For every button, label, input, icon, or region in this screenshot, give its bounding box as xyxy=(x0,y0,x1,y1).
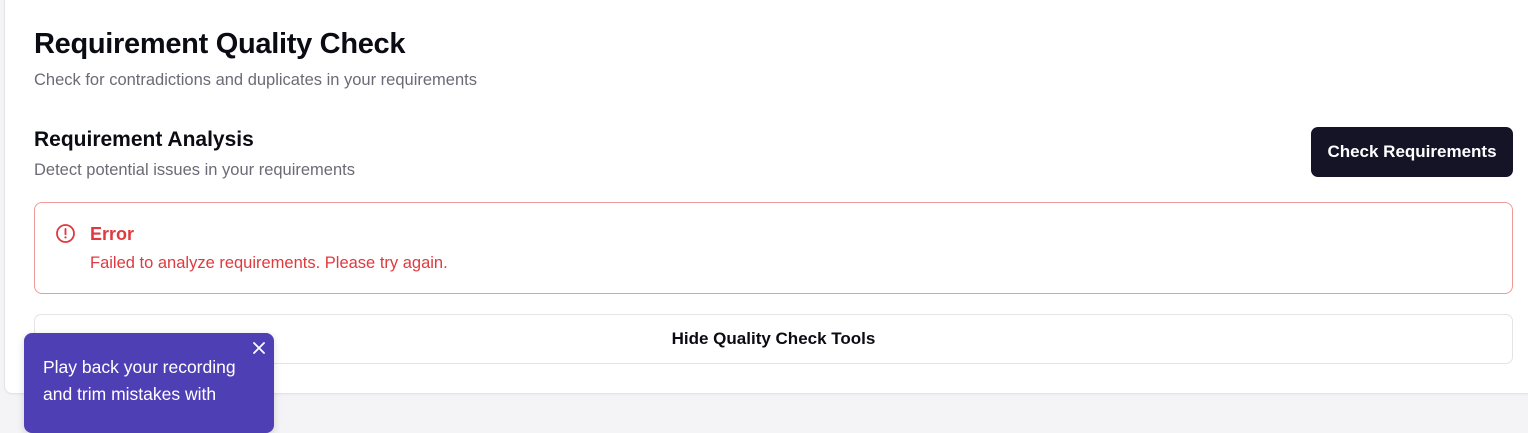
alert-circle-icon xyxy=(55,223,76,244)
error-message: Failed to analyze requirements. Please t… xyxy=(90,254,448,272)
page-subtitle: Check for contradictions and duplicates … xyxy=(34,71,477,89)
section-title: Requirement Analysis xyxy=(34,128,254,151)
promo-toast: Play back your recording and trim mistak… xyxy=(24,333,274,433)
error-title: Error xyxy=(90,224,135,244)
section-subtitle: Detect potential issues in your requirem… xyxy=(34,161,355,179)
page-title: Requirement Quality Check xyxy=(34,28,406,60)
check-requirements-button[interactable]: Check Requirements xyxy=(1311,127,1513,177)
promo-text: Play back your recording and trim mistak… xyxy=(43,357,236,404)
error-alert: Error Failed to analyze requirements. Pl… xyxy=(34,202,1513,294)
